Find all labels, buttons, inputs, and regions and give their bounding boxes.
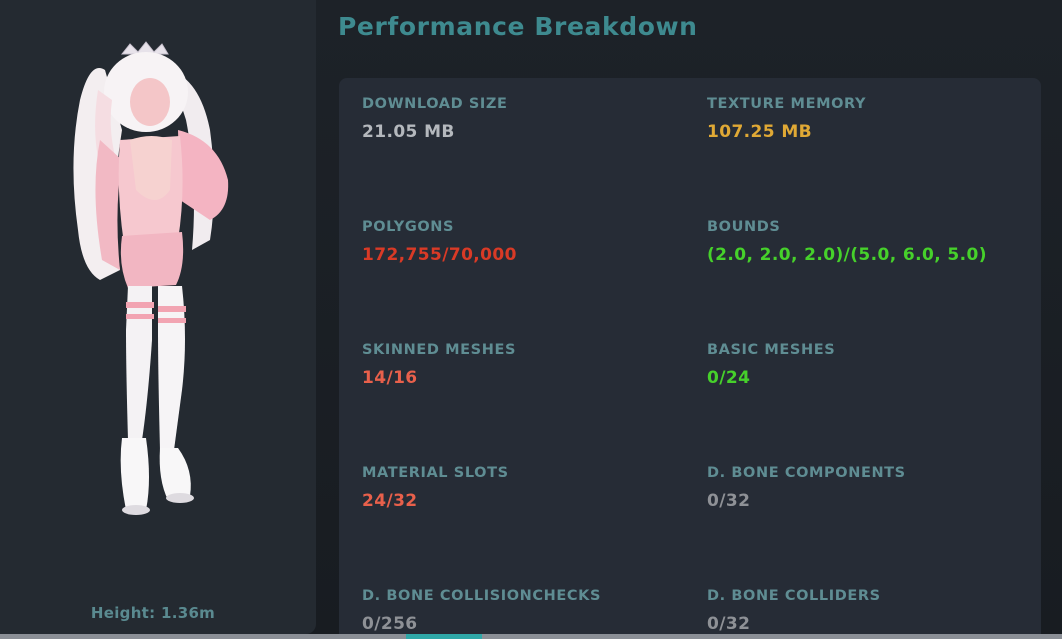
stat-download-size: DOWNLOAD SIZE 21.05 MB bbox=[362, 96, 692, 142]
stat-value: (2.0, 2.0, 2.0)/(5.0, 6.0, 5.0) bbox=[707, 245, 987, 265]
page-title: Performance Breakdown bbox=[338, 12, 698, 41]
avatar-model-image bbox=[73, 41, 229, 515]
performance-stats-card: DOWNLOAD SIZE 21.05 MB TEXTURE MEMORY 10… bbox=[339, 78, 1041, 639]
stat-dynamic-bone-components: D. BONE COMPONENTS 0/32 bbox=[707, 465, 1037, 511]
avatar-preview-panel: Height: 1.36m bbox=[0, 0, 316, 634]
stat-material-slots: MATERIAL SLOTS 24/32 bbox=[362, 465, 692, 511]
stat-label: DOWNLOAD SIZE bbox=[362, 96, 508, 112]
performance-screen: Height: 1.36m Performance Breakdown DOWN… bbox=[0, 0, 1062, 639]
stat-label: POLYGONS bbox=[362, 219, 455, 235]
stat-label: MATERIAL SLOTS bbox=[362, 465, 509, 481]
bottom-scrollbar-track[interactable] bbox=[0, 634, 1062, 639]
stat-basic-meshes: BASIC MESHES 0/24 bbox=[707, 342, 1037, 388]
stat-dynamic-bone-colliders: D. BONE COLLIDERS 0/32 bbox=[707, 588, 1037, 634]
stat-skinned-meshes: SKINNED MESHES 14/16 bbox=[362, 342, 692, 388]
stat-polygons: POLYGONS 172,755/70,000 bbox=[362, 219, 692, 265]
stat-dynamic-bone-collision-checks: D. BONE COLLISIONCHECKS 0/256 bbox=[362, 588, 692, 634]
stat-label: D. BONE COLLIDERS bbox=[707, 588, 881, 604]
stat-value: 21.05 MB bbox=[362, 122, 455, 142]
stat-label: SKINNED MESHES bbox=[362, 342, 516, 358]
avatar-height-label: Height: 1.36m bbox=[90, 604, 216, 622]
stat-label: BASIC MESHES bbox=[707, 342, 836, 358]
stat-value: 172,755/70,000 bbox=[362, 245, 517, 265]
stat-label: TEXTURE MEMORY bbox=[707, 96, 867, 112]
bottom-scrollbar-thumb[interactable] bbox=[406, 634, 482, 639]
stat-value: 0/32 bbox=[707, 614, 751, 634]
stat-value: 24/32 bbox=[362, 491, 418, 511]
stat-value: 0/24 bbox=[707, 368, 751, 388]
stat-label: D. BONE COLLISIONCHECKS bbox=[362, 588, 602, 604]
stat-label: BOUNDS bbox=[707, 219, 781, 235]
stat-texture-memory: TEXTURE MEMORY 107.25 MB bbox=[707, 96, 1037, 142]
stat-label: D. BONE COMPONENTS bbox=[707, 465, 906, 481]
stat-value: 0/32 bbox=[707, 491, 751, 511]
stat-bounds: BOUNDS (2.0, 2.0, 2.0)/(5.0, 6.0, 5.0) bbox=[707, 219, 1037, 265]
stat-value: 107.25 MB bbox=[707, 122, 812, 142]
stat-value: 0/256 bbox=[362, 614, 418, 634]
stat-value: 14/16 bbox=[362, 368, 418, 388]
